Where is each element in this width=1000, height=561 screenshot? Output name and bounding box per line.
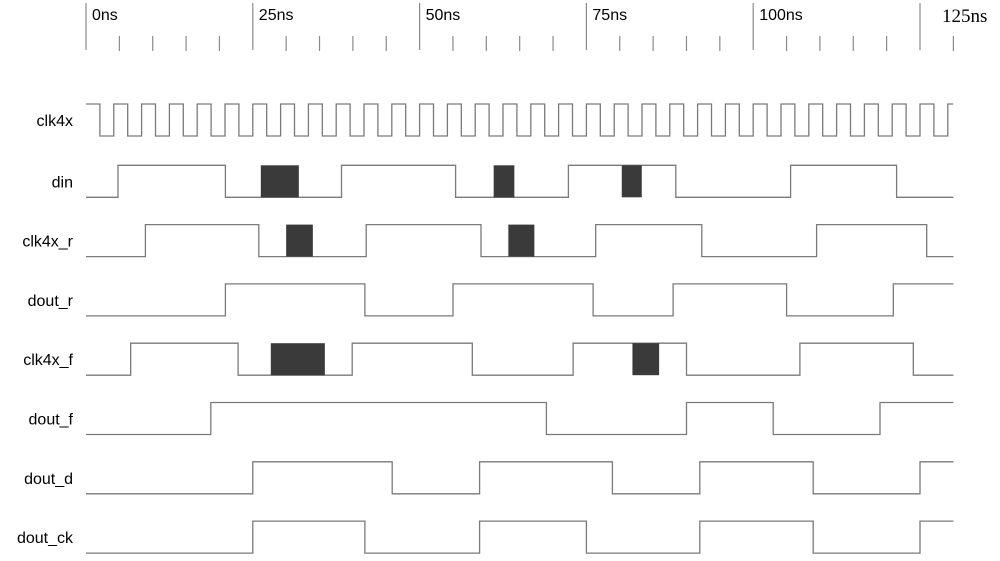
waveform-clk4x-f [86,342,954,376]
time-tick-label: 0ns [92,7,118,24]
signal-label: dout_f [29,412,74,429]
waveform-dout-d [86,461,954,495]
waveform-dout-f [86,401,954,436]
glitch-region [286,224,313,257]
signal-label: clk4x_f [23,352,73,369]
glitch-region [621,165,642,198]
signal-row-din: din [52,164,954,198]
timing-diagram: 0ns 25ns 50ns 75ns 100ns 125ns clk4x din clk4x_… [17,3,987,554]
signal-label: dout_r [28,293,74,310]
time-tick-label: 50ns [426,7,461,24]
signal-row-clk4x-r: clk4x_r [22,223,954,258]
glitch-region [508,224,535,257]
time-tick-label: 125ns [942,6,987,27]
time-tick-label: 25ns [259,7,294,24]
signal-row-clk4x-f: clk4x_f [23,342,954,376]
signal-rows: clk4x din clk4x_r dout_r clk4x_f dout_f dout_d… [17,103,954,554]
glitch-region [260,165,299,198]
time-ruler: 0ns 25ns 50ns 75ns 100ns 125ns [85,3,987,51]
signal-row-clk4x: clk4x [37,103,954,137]
waveform-dout-ck [86,520,954,554]
signal-row-dout-f: dout_f [29,401,954,436]
signal-label: din [52,174,73,191]
signal-label: dout_ck [17,530,74,547]
signal-label: dout_d [24,471,73,488]
signal-row-dout-r: dout_r [28,283,954,317]
time-tick-label: 75ns [592,7,627,24]
glitch-region [270,343,325,376]
signal-label: clk4x_r [22,234,73,251]
time-tick-label: 100ns [759,7,803,24]
waveform-dout-r [86,283,954,317]
glitch-region [493,165,515,198]
glitch-region [632,343,660,376]
signal-label: clk4x [37,113,73,130]
signal-row-dout-ck: dout_ck [17,520,954,554]
waveform-din [86,164,954,198]
signal-row-dout-d: dout_d [24,461,954,495]
waveform-clk4x [86,103,954,137]
